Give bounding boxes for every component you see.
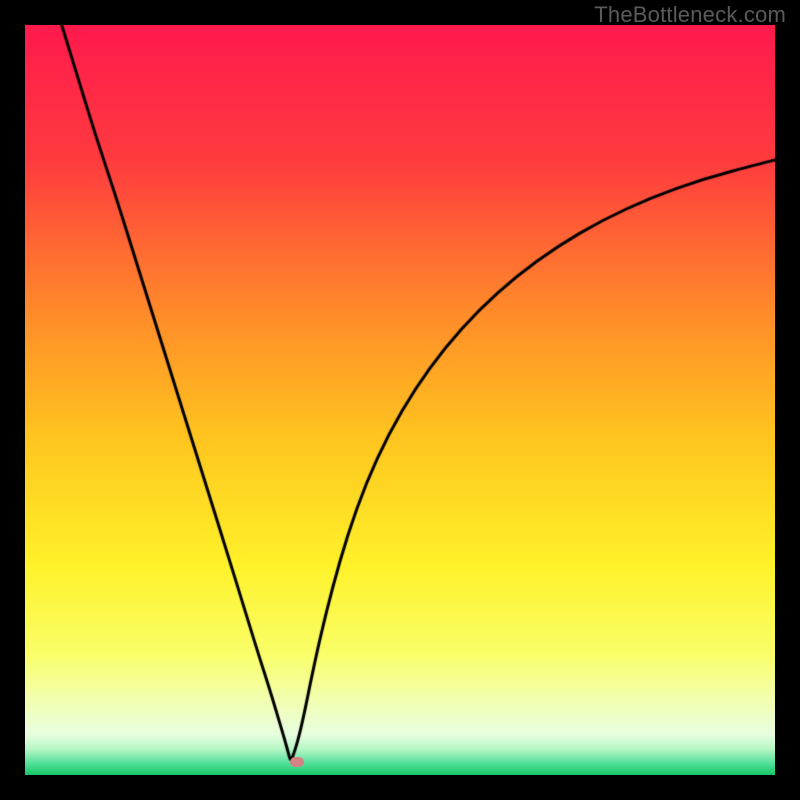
optimum-marker	[290, 757, 304, 767]
bottleneck-curve-canvas	[25, 25, 775, 775]
watermark-text: TheBottleneck.com	[594, 2, 786, 28]
chart-frame: TheBottleneck.com	[0, 0, 800, 800]
